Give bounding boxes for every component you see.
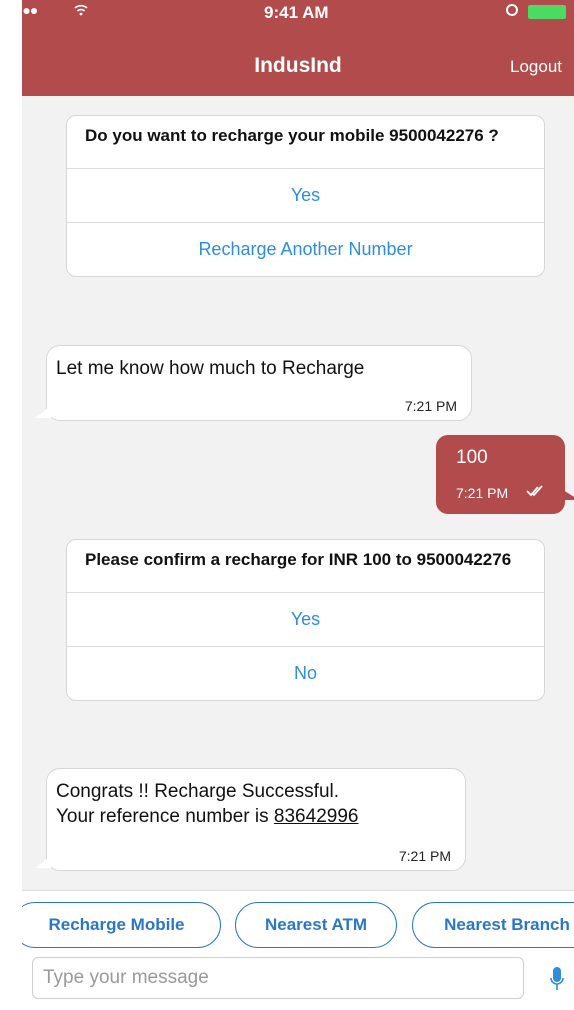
message-line: Your reference number is 83642996 [56, 805, 358, 829]
quick-reply-recharge-mobile[interactable]: Recharge Mobile [22, 902, 221, 948]
app-header: ●●●●● 9:41 AM IndusInd Logout [22, 0, 574, 96]
bubble-tail [35, 406, 51, 418]
rotation-lock-icon [506, 4, 518, 16]
card-question: Do you want to recharge your mobile 9500… [67, 116, 544, 169]
wifi-icon [74, 4, 88, 16]
message-text: Let me know how much to Recharge [56, 358, 365, 379]
divider [22, 890, 574, 891]
message-time: 7:21 PM [404, 398, 457, 414]
message-input[interactable] [32, 957, 524, 999]
battery-icon [528, 5, 566, 19]
user-message: 100 7:21 PM [436, 435, 574, 514]
message-time: 7:21 PM [398, 848, 451, 864]
confirm-yes-button[interactable]: Yes [67, 593, 544, 647]
message-time: 7:21 PM [456, 485, 509, 501]
bubble-tail [35, 856, 51, 868]
status-time: 9:41 AM [264, 3, 329, 22]
recharge-prompt-card: Do you want to recharge your mobile 9500… [66, 115, 545, 277]
card-question: Please confirm a recharge for INR 100 to… [67, 540, 544, 593]
message-line: Congrats !! Recharge Successful. [56, 781, 340, 802]
recharge-another-number-button[interactable]: Recharge Another Number [67, 223, 544, 276]
composer-area: Recharge Mobile Nearest ATM Nearest Bran… [22, 890, 574, 1010]
quick-reply-nearest-branch[interactable]: Nearest Branch [412, 902, 574, 948]
confirm-no-button[interactable]: No [67, 647, 544, 700]
status-bar: ●●●●● 9:41 AM [22, 0, 574, 22]
app-title: IndusInd [254, 54, 342, 77]
bubble-tail [563, 490, 574, 500]
recharge-confirm-card: Please confirm a recharge for INR 100 to… [66, 539, 545, 701]
bot-message: Let me know how much to Recharge 7:21 PM [35, 345, 472, 421]
reference-prefix: Your reference number is [56, 806, 274, 827]
message-text: 100 [456, 447, 488, 468]
microphone-icon[interactable] [550, 966, 564, 992]
bot-message: Congrats !! Recharge Successful. Your re… [35, 768, 466, 871]
logout-button[interactable]: Logout [510, 57, 562, 77]
reference-number-link[interactable]: 83642996 [274, 806, 359, 827]
quick-reply-nearest-atm[interactable]: Nearest ATM [235, 902, 397, 948]
signal-strength-icon: ●●●●● [22, 2, 38, 18]
left-margin [0, 0, 22, 1010]
yes-option-button[interactable]: Yes [67, 169, 544, 223]
app-frame: ●●●●● 9:41 AM IndusInd Logout Do you wan… [22, 0, 574, 1010]
read-receipt-icon [526, 485, 543, 497]
